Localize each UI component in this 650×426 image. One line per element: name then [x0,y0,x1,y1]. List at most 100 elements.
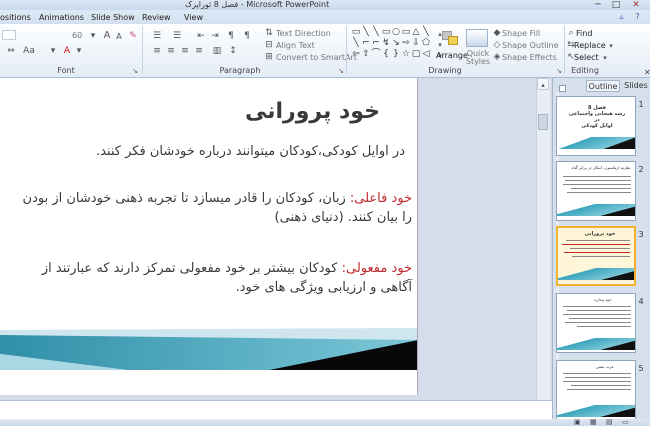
shape-gallery-item[interactable]: ↘ [391,39,401,48]
shape-effects-button[interactable]: Shape Effects [502,53,557,63]
font-color-dropdown-icon[interactable]: ▾ [46,46,60,56]
shape-gallery-item[interactable]: ▭ [351,28,361,37]
arrange-icon[interactable] [440,29,462,47]
help-icon[interactable]: ? [632,11,643,22]
shape-gallery-item[interactable]: ▭ [401,28,411,37]
select-button[interactable]: Select [574,53,599,63]
slide-thumbnail-5[interactable]: عزت نفس [556,360,636,420]
shapes-gallery[interactable]: ▭ ╲ ╲ ▭ ○ ▭ △ ╲ ╲ ⌐ ⌐ ↯ ↘ ⇨ ⇩ ⬠ ⇦ ⇧ ⌒{} ☆ ▢ ◁ [351,28,431,62]
decrease-indent-icon[interactable]: ⇤ [194,31,208,41]
shape-gallery-item[interactable]: ╲ [371,28,381,37]
shape-gallery-item[interactable]: } [391,50,401,59]
tab-slides[interactable]: Slides [624,80,648,92]
justify-icon[interactable]: ≡ [192,46,206,56]
font-color-arrow-icon[interactable]: ▾ [72,46,86,56]
shape-gallery-item[interactable]: ⇦ [351,50,361,59]
shape-gallery-item[interactable]: ☆ [401,50,411,59]
shape-gallery-item[interactable]: ○ [391,28,401,37]
view-reading-icon[interactable]: ▤ [606,418,613,426]
columns-icon[interactable]: ▥ [210,46,224,56]
shape-gallery-item[interactable]: ╲ [421,28,431,37]
pane-scroll-top[interactable] [559,85,566,92]
shape-gallery-item[interactable]: ⬠ [421,39,431,48]
view-sorter-icon[interactable]: ▦ [590,418,597,426]
close-button[interactable]: ✕ [628,0,644,10]
shape-gallery-item[interactable]: ⌐ [371,39,381,48]
editing-group-label: Editing [571,66,599,75]
shape-gallery-item[interactable]: ⇧ [361,50,371,59]
smartart-icon[interactable]: ⊞ [262,52,276,62]
shape-gallery-item[interactable]: ⌒ [371,50,381,59]
tab-view[interactable]: View [184,11,203,24]
slide-line-1[interactable]: در اوایل کودکی،کودکان میتوانند درباره خو… [40,142,405,161]
shape-gallery-item[interactable]: { [381,50,391,59]
text-direction-button[interactable]: Text Direction [276,29,331,39]
align-right-icon[interactable]: ≡ [178,46,192,56]
shape-fill-button[interactable]: Shape Fill [502,29,540,39]
tab-animations[interactable]: Animations [39,11,84,24]
slide-canvas[interactable]: خود پرورانی در اوایل کودکی،کودکان میتوان… [0,78,418,395]
quick-styles-icon[interactable] [466,29,488,47]
numbering-icon[interactable]: ☰ [170,31,184,41]
slide-vertical-scrollbar[interactable]: ▴ [536,78,550,400]
shape-gallery-item[interactable]: △ [411,28,421,37]
font-name-box[interactable] [2,30,16,40]
replace-button[interactable]: Replace [574,41,606,51]
tab-outline[interactable]: Outline [586,80,620,92]
convert-smartart-button[interactable]: Convert to SmartArt [276,53,357,63]
thumbnail-number: 3 [638,230,644,239]
shape-outline-button[interactable]: Shape Outline [502,41,559,51]
pane-close-icon[interactable]: ✕ [644,68,650,77]
font-dialog-launcher-icon[interactable]: ↘ [128,66,142,76]
view-slideshow-icon[interactable]: ▭ [622,418,629,426]
shrink-font-button[interactable]: A [112,32,126,42]
quick-styles-button[interactable]: Quick Styles [464,50,492,66]
find-button[interactable]: Find [576,29,592,39]
bullets-icon[interactable]: ☰ [150,31,164,41]
slide-background-graphic [0,328,417,395]
slide-thumbnail-3[interactable]: خود پرورانی [556,226,636,286]
scroll-thumb[interactable] [538,114,548,130]
minimize-button[interactable]: ─ [590,0,606,10]
text-direction-icon[interactable]: ⇅ [262,28,276,38]
view-normal-icon[interactable]: ▣ [574,418,581,426]
replace-dropdown-icon[interactable]: ▾ [604,41,618,51]
align-text-button[interactable]: Align Text [276,41,315,51]
scroll-up-icon[interactable]: ▴ [537,78,549,90]
slide-paragraph-3[interactable]: خود مفعولی: کودکان بیشتر بر خود مفعولی ت… [10,259,412,297]
slide-thumbnail-1[interactable]: فصل 8 رشد هیجانی واجتماعی در اوایل کودکی [556,96,636,156]
thumbnail-title: نظریه اریکسون: ابتکار در برابر گناه [571,165,631,170]
line-spacing-icon[interactable]: ↕ [226,46,240,56]
ltr-direction-icon[interactable]: ¶ [240,31,254,41]
increase-indent-icon[interactable]: ⇥ [208,31,222,41]
maximize-button[interactable]: □ [608,0,624,10]
slide-title[interactable]: خود پرورانی [245,99,380,124]
align-center-icon[interactable]: ≡ [164,46,178,56]
tab-review[interactable]: Review [142,11,171,24]
slide-paragraph-2[interactable]: خود فاعلی: زبان، کودکان را قادر میسازد ت… [10,189,412,227]
char-spacing-icon[interactable]: ⇔ [4,46,18,56]
shape-gallery-item[interactable]: ⌐ [361,39,371,48]
slide-thumbnail-2[interactable]: نظریه اریکسون: ابتکار در برابر گناه [556,161,636,221]
align-left-icon[interactable]: ≡ [150,46,164,56]
shape-gallery-item[interactable]: ╲ [351,39,361,48]
shape-gallery-item[interactable]: ◁ [421,50,431,59]
tab-slide-show[interactable]: Slide Show [91,11,135,24]
shape-gallery-item[interactable]: ▭ [381,28,391,37]
font-size-dropdown-icon[interactable]: ▾ [86,31,100,41]
thumbnail-band [557,405,635,417]
shape-gallery-item[interactable]: ▢ [411,50,421,59]
select-dropdown-icon[interactable]: ▾ [598,53,612,63]
tab-transitions[interactable]: ositions [0,11,31,24]
align-text-icon[interactable]: ⊟ [262,40,276,50]
change-case-icon[interactable]: Aa [22,46,36,56]
shape-gallery-item[interactable]: ⇩ [411,39,421,48]
shape-gallery-item[interactable]: ↯ [381,39,391,48]
rtl-direction-icon[interactable]: ¶ [224,31,238,41]
shape-gallery-item[interactable]: ⇨ [401,39,411,48]
shape-gallery-item[interactable]: ╲ [361,28,371,37]
slide-thumbnail-4[interactable]: خود پنداره [556,293,636,353]
minimize-ribbon-icon[interactable]: ▵ [616,11,627,22]
font-size-value[interactable]: 60 [72,31,82,41]
clear-formatting-icon[interactable]: ✎ [126,31,140,41]
